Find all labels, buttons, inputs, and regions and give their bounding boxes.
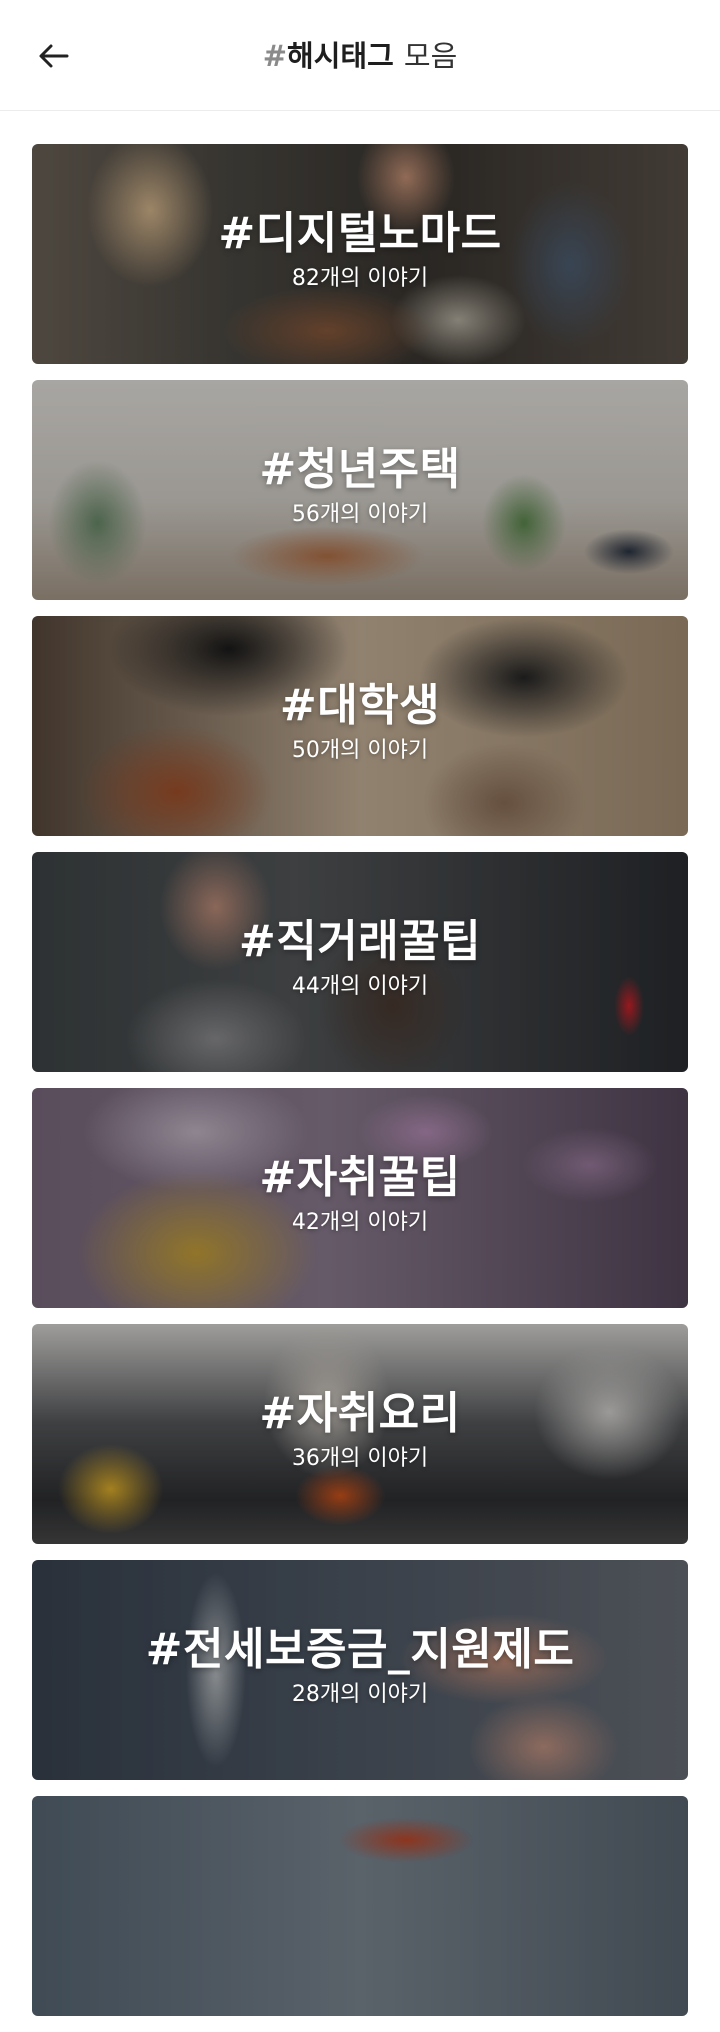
hashtag-card-solo-cooking[interactable]: #자취요리 36개의 이야기 [32,1324,688,1544]
story-count: 36개의 이야기 [291,1446,429,1471]
hashtag-label: #자취꿀팁 [259,1152,461,1203]
page-title: #해시태그 모음 [0,34,720,78]
hashtag-label: #청년주택 [259,444,461,495]
hashtag-card-direct-trade-tips[interactable]: #직거래꿀팁 44개의 이야기 [32,852,688,1072]
hashtag-list: #디지털노마드 82개의 이야기 #청년주택 56개의 이야기 #대학생 50개… [32,144,688,2032]
hashtag-label: #직거래꿀팁 [238,916,482,967]
hashtag-label: #디지털노마드 [218,208,502,259]
hashtag-card-youth-housing[interactable]: #청년주택 56개의 이야기 [32,380,688,600]
story-count: 44개의 이야기 [291,974,429,999]
story-count: 28개의 이야기 [291,1682,429,1707]
hashtag-card-deposit-support[interactable]: #전세보증금_지원제도 28개의 이야기 [32,1560,688,1780]
card-text: #자취꿀팁 42개의 이야기 [32,1150,688,1238]
hashtag-label: #전세보증금_지원제도 [145,1624,575,1675]
card-text: #전세보증금_지원제도 28개의 이야기 [32,1622,688,1710]
story-count: 42개의 이야기 [291,1210,429,1235]
app-header: #해시태그 모음 [0,0,720,111]
hashtag-card-digital-nomad[interactable]: #디지털노마드 82개의 이야기 [32,144,688,364]
card-text: #자취요리 36개의 이야기 [32,1386,688,1474]
card-text: #청년주택 56개의 이야기 [32,442,688,530]
card-overlay [32,1796,688,2016]
story-count: 50개의 이야기 [291,738,429,763]
hashtag-card-college-student[interactable]: #대학생 50개의 이야기 [32,616,688,836]
card-text: #대학생 50개의 이야기 [32,678,688,766]
title-main: 해시태그 [287,39,394,73]
title-suffix: 모음 [403,39,458,73]
hashtag-card-living-alone-tips[interactable]: #자취꿀팁 42개의 이야기 [32,1088,688,1308]
card-text [32,1858,688,1860]
hashtag-label: #대학생 [279,680,441,731]
card-text: #디지털노마드 82개의 이야기 [32,206,688,294]
card-text: #직거래꿀팁 44개의 이야기 [32,914,688,1002]
hashtag-label: #자취요리 [259,1388,461,1439]
title-hash: # [262,39,288,73]
hashtag-card-partial[interactable] [32,1796,688,2016]
story-count: 82개의 이야기 [291,266,429,291]
story-count: 56개의 이야기 [291,502,429,527]
